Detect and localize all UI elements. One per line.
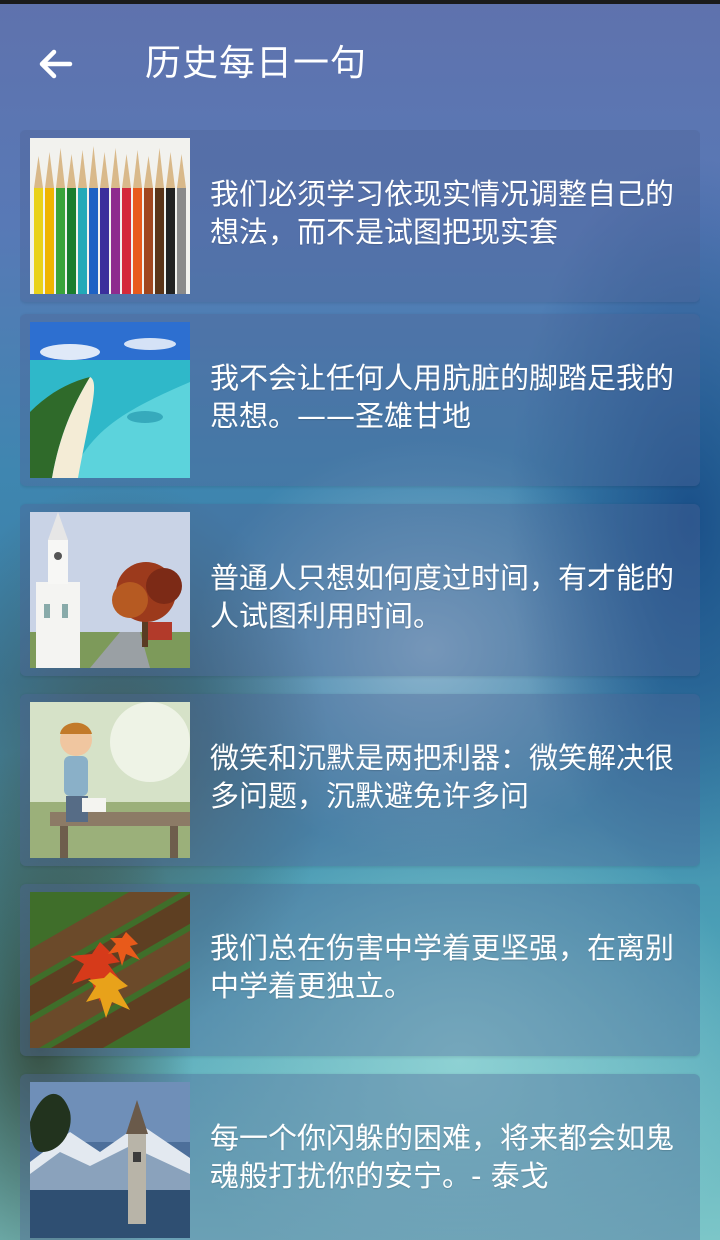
- quote-list[interactable]: 我们必须学习依现实情况调整自己的想法，而不是试图把现实套 我不会让任何人用肮脏的…: [20, 130, 700, 1240]
- lake-bell-tower-image: [30, 1082, 190, 1238]
- quote-card[interactable]: 我不会让任何人用肮脏的脚踏足我的思想。——圣雄甘地: [20, 314, 700, 486]
- quote-text: 普通人只想如何度过时间，有才能的人试图利用时间。: [210, 561, 674, 633]
- quote-text: 我不会让任何人用肮脏的脚踏足我的思想。——圣雄甘地: [210, 361, 674, 433]
- quote-card[interactable]: 我们必须学习依现实情况调整自己的想法，而不是试图把现实套: [20, 130, 700, 302]
- page-title: 历史每日一句: [145, 43, 368, 84]
- autumn-leaves-bench-image: [30, 892, 190, 1048]
- tropical-beach-image: [30, 322, 190, 478]
- quote-card[interactable]: 我们总在伤害中学着更坚强，在离别中学着更独立。: [20, 884, 700, 1056]
- quote-text: 微笑和沉默是两把利器：微笑解决很多问题，沉默避免许多问: [210, 741, 674, 813]
- quote-text: 每一个你闪躲的困难，将来都会如鬼魂般打扰你的安宁。- 泰戈: [210, 1121, 674, 1193]
- quote-text: 我们总在伤害中学着更坚强，在离别中学着更独立。: [210, 931, 674, 1003]
- quote-card[interactable]: 每一个你闪躲的困难，将来都会如鬼魂般打扰你的安宁。- 泰戈: [20, 1074, 700, 1240]
- colored-pencils-image: [30, 138, 190, 294]
- quote-text: 我们必须学习依现实情况调整自己的想法，而不是试图把现实套: [210, 177, 674, 249]
- back-button[interactable]: [34, 42, 78, 86]
- arrow-left-icon: [39, 49, 73, 79]
- laughing-child-bench-image: [30, 702, 190, 858]
- quote-card[interactable]: 普通人只想如何度过时间，有才能的人试图利用时间。: [20, 504, 700, 676]
- white-church-autumn-tree-image: [30, 512, 190, 668]
- app-header: 历史每日一句: [0, 4, 720, 124]
- quote-card[interactable]: 微笑和沉默是两把利器：微笑解决很多问题，沉默避免许多问: [20, 694, 700, 866]
